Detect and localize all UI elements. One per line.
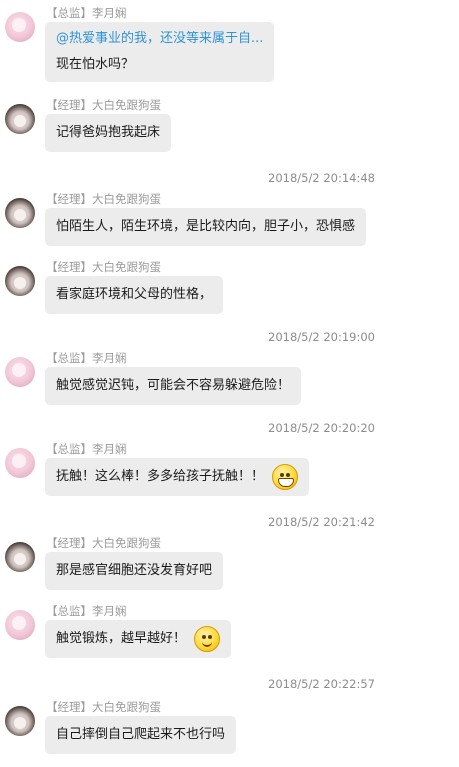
chat-history: 【总监】李月娴 @热爱事业的我，还没等来属于自... 现在怕水吗？ 【经理】大白… xyxy=(0,0,459,767)
avatar[interactable] xyxy=(5,448,35,478)
sender-name: 【经理】大白免跟狗蛋 xyxy=(46,536,161,550)
message-bubble[interactable]: 触觉锻炼，越早越好！ xyxy=(45,620,232,658)
message-text: 怕陌生人，陌生环境，是比较内向，胆子小，恐惧感 xyxy=(56,219,356,234)
message-bubble[interactable]: 看家庭环境和父母的性格， xyxy=(45,276,224,314)
message-bubble[interactable]: 抚触！这么棒！多多给孩子抚触！！ xyxy=(45,458,310,496)
message-bubble[interactable]: 触觉感觉迟钝，可能会不容易躲避危险！ xyxy=(45,367,302,405)
message-bubble[interactable]: 自己摔倒自己爬起来不也行吗 xyxy=(45,716,237,754)
message-text: 现在怕水吗？ xyxy=(56,57,135,72)
sender-name: 【总监】李月娴 xyxy=(46,351,127,365)
message-text: 记得爸妈抱我起床 xyxy=(56,125,161,140)
message-bubble[interactable]: 怕陌生人，陌生环境，是比较内向，胆子小，恐惧感 xyxy=(45,208,367,246)
message-text: 触觉锻炼，越早越好！ xyxy=(56,631,187,646)
sender-name: 【经理】大白免跟狗蛋 xyxy=(46,192,161,206)
timestamp: 2018/5/2 20:14:48 xyxy=(268,171,375,185)
quoted-mention[interactable]: @热爱事业的我，还没等来属于自... xyxy=(56,29,263,49)
avatar[interactable] xyxy=(5,610,35,640)
message-bubble[interactable]: @热爱事业的我，还没等来属于自... 现在怕水吗？ xyxy=(45,22,275,82)
sender-name: 【总监】李月娴 xyxy=(46,442,127,456)
smile-emoji-icon xyxy=(194,626,221,652)
message-bubble[interactable]: 那是感官细胞还没发育好吧 xyxy=(45,552,224,590)
message-text: 抚触！这么棒！多多给孩子抚触！！ xyxy=(56,469,265,484)
sender-name: 【总监】李月娴 xyxy=(46,6,127,20)
timestamp: 2018/5/2 20:22:57 xyxy=(268,677,375,691)
avatar[interactable] xyxy=(5,706,35,736)
sender-name: 【经理】大白免跟狗蛋 xyxy=(46,700,161,714)
message-text: 自己摔倒自己爬起来不也行吗 xyxy=(56,727,226,742)
avatar[interactable] xyxy=(5,198,35,228)
avatar[interactable] xyxy=(5,104,35,134)
timestamp: 2018/5/2 20:21:42 xyxy=(268,515,375,529)
avatar[interactable] xyxy=(5,12,35,42)
sender-name: 【经理】大白免跟狗蛋 xyxy=(46,260,161,274)
message-text: 看家庭环境和父母的性格， xyxy=(56,287,213,302)
message-text: 那是感官细胞还没发育好吧 xyxy=(56,563,213,578)
message-bubble[interactable]: 记得爸妈抱我起床 xyxy=(45,114,172,152)
avatar[interactable] xyxy=(5,542,35,572)
sender-name: 【总监】李月娴 xyxy=(46,604,127,618)
sender-name: 【经理】大白免跟狗蛋 xyxy=(46,98,161,112)
timestamp: 2018/5/2 20:19:00 xyxy=(268,330,375,344)
grin-emoji-icon xyxy=(272,464,299,490)
avatar[interactable] xyxy=(5,266,35,296)
timestamp: 2018/5/2 20:20:20 xyxy=(268,421,375,435)
avatar[interactable] xyxy=(5,357,35,387)
message-text: 触觉感觉迟钝，可能会不容易躲避危险！ xyxy=(56,378,291,393)
